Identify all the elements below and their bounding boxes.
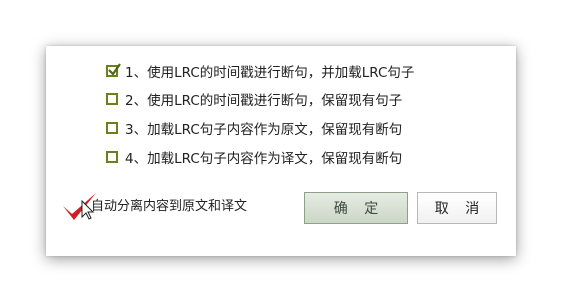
auto-split-label: 自动分离内容到原文和译文 xyxy=(91,198,248,214)
red-checkmark-icon xyxy=(62,191,96,220)
ok-button[interactable]: 确 定 xyxy=(304,192,408,224)
unchecked-box-icon xyxy=(106,151,118,163)
unchecked-box-icon xyxy=(106,122,118,134)
unchecked-box-icon xyxy=(106,93,118,105)
option-3-radio[interactable]: 3、加载LRC句子内容作为原文，保留现有断句 xyxy=(106,118,402,138)
option-1-label: 1、使用LRC的时间戳进行断句，并加载LRC句子 xyxy=(125,65,415,81)
option-1-radio[interactable]: 1、使用LRC的时间戳进行断句，并加载LRC句子 xyxy=(106,61,414,81)
option-4-radio[interactable]: 4、加载LRC句子内容作为译文，保留现有断句 xyxy=(106,147,402,167)
auto-split-checkbox[interactable]: 自动分离内容到原文和译文 xyxy=(62,191,248,220)
option-2-radio[interactable]: 2、使用LRC的时间戳进行断句，保留现有句子 xyxy=(106,89,402,109)
option-2-label: 2、使用LRC的时间戳进行断句，保留现有句子 xyxy=(125,93,403,109)
option-3-label: 3、加载LRC句子内容作为原文，保留现有断句 xyxy=(125,122,403,138)
cancel-button[interactable]: 取 消 xyxy=(417,192,497,224)
checked-box-icon xyxy=(106,63,121,77)
option-4-label: 4、加载LRC句子内容作为译文，保留现有断句 xyxy=(125,151,403,167)
lrc-import-dialog: 1、使用LRC的时间戳进行断句，并加载LRC句子 2、使用LRC的时间戳进行断句… xyxy=(46,46,516,256)
